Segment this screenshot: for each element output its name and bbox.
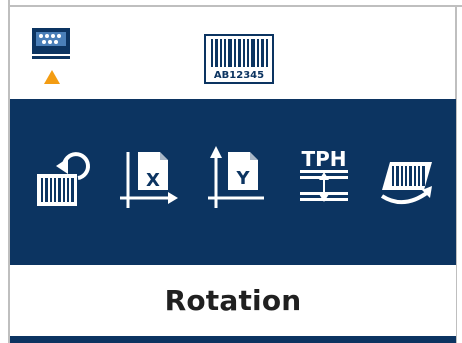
bottom-bar [10,336,456,343]
x-offset-icon: X [120,152,178,208]
selected-marker-triangle [44,70,60,84]
frame-border-top [8,5,462,7]
barcode-icon: AB12345 [204,34,274,84]
tab-barcode-settings[interactable]: AB12345 [204,34,276,86]
rotate-barcode-icon [37,152,90,206]
tph-text: TPH [301,147,346,171]
menu-item-x-offset[interactable]: X [118,146,178,212]
menu-item-tph[interactable]: TPH [294,146,352,212]
current-item-label-area: Rotation [10,265,456,336]
tab-printer-settings[interactable] [28,26,84,88]
y-glyph: Y [235,168,250,189]
menu-item-mirror[interactable] [376,146,434,212]
barcode-sample-text: AB12345 [214,70,264,81]
x-glyph: X [146,170,160,191]
flip-barcode-icon [380,162,432,204]
tph-adjust-icon: TPH [300,147,348,202]
menu-item-y-offset[interactable]: Y [206,146,264,212]
printer-dots-icon [32,28,70,84]
menu-item-rotation[interactable] [34,146,92,212]
device-screen: AB12345 X Y TPH Rotation [0,0,462,343]
y-offset-icon: Y [208,146,264,208]
current-item-label: Rotation [164,284,302,317]
